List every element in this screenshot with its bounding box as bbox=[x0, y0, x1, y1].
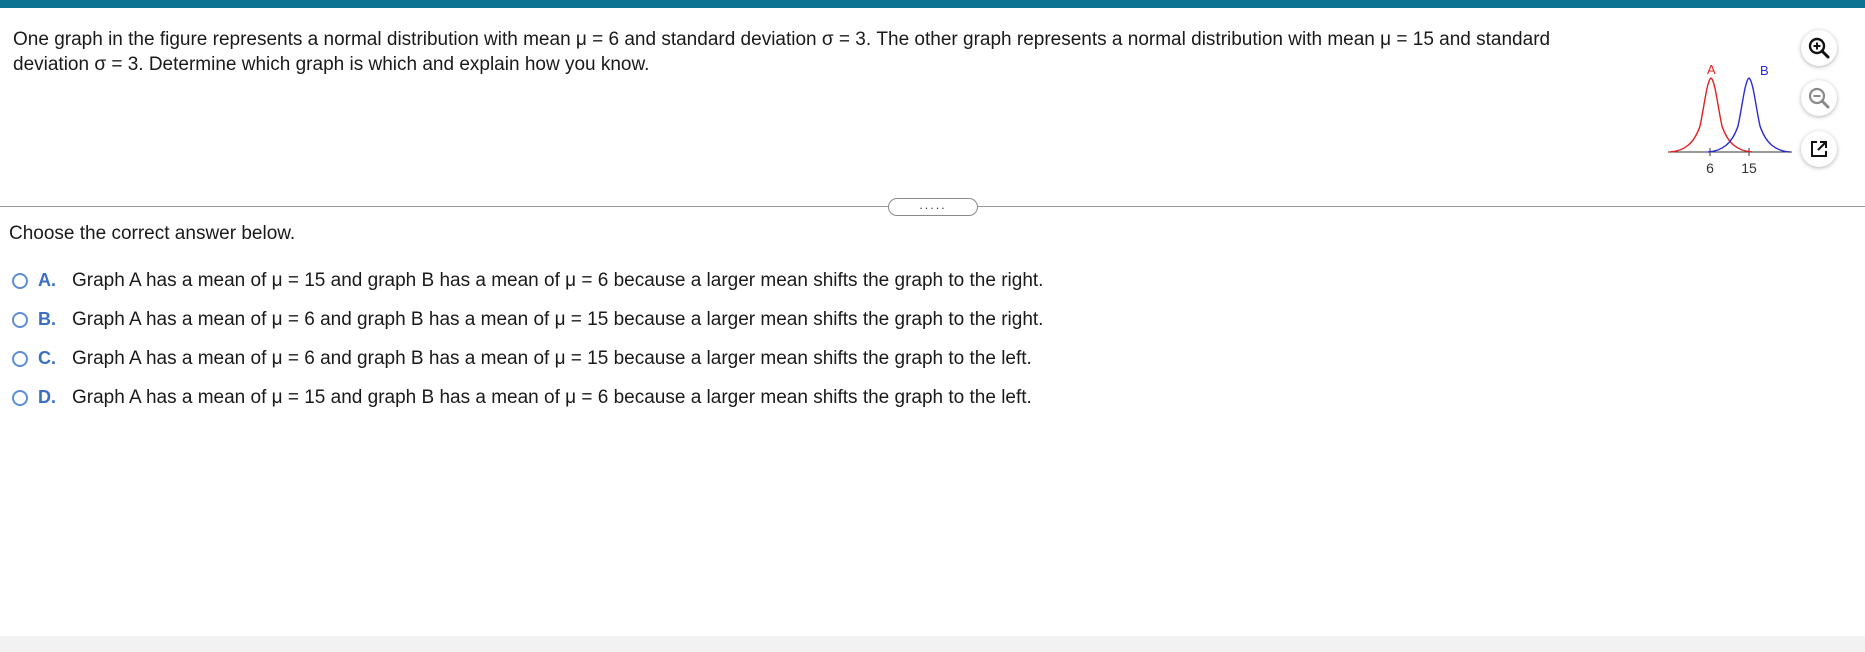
answer-prompt: Choose the correct answer below. bbox=[9, 223, 296, 244]
zoom-out-icon bbox=[1808, 87, 1830, 109]
option-letter: D. bbox=[38, 387, 56, 407]
zoom-in-button[interactable] bbox=[1801, 30, 1837, 66]
option-text: Graph A has a mean of μ = 6 and graph B … bbox=[72, 347, 1032, 369]
radio-c[interactable] bbox=[12, 350, 28, 367]
divider-drag-handle[interactable]: ..... bbox=[888, 198, 978, 216]
figure-thumbnail[interactable]: A B 6 15 bbox=[1660, 58, 1800, 182]
zoom-in-icon bbox=[1808, 37, 1830, 59]
radio-b[interactable] bbox=[12, 311, 28, 328]
option-letter: B. bbox=[38, 309, 56, 329]
external-window-icon bbox=[1811, 141, 1827, 157]
option-text: Graph A has a mean of μ = 15 and graph B… bbox=[72, 269, 1044, 291]
option-text: Graph A has a mean of μ = 6 and graph B … bbox=[72, 308, 1044, 330]
option-letter: A. bbox=[38, 270, 56, 290]
drag-dots: ..... bbox=[919, 198, 947, 212]
normal-curves-figure: A B 6 15 bbox=[1668, 62, 1792, 176]
zoom-out-button[interactable] bbox=[1801, 80, 1837, 116]
tick-label-6: 6 bbox=[1706, 160, 1714, 176]
popout-button[interactable] bbox=[1801, 131, 1837, 167]
radio-d[interactable] bbox=[12, 389, 28, 406]
option-letter: C. bbox=[38, 348, 56, 368]
tick-label-15: 15 bbox=[1741, 160, 1757, 176]
question-text: One graph in the figure represents a nor… bbox=[13, 29, 1551, 75]
option-c[interactable]: C. Graph A has a mean of μ = 6 and graph… bbox=[12, 339, 1043, 378]
top-accent-bar bbox=[0, 0, 1865, 8]
label-b: B bbox=[1760, 63, 1769, 78]
footer-bar bbox=[0, 636, 1865, 652]
option-text: Graph A has a mean of μ = 15 and graph B… bbox=[72, 386, 1032, 408]
label-a: A bbox=[1707, 62, 1716, 77]
radio-a[interactable] bbox=[12, 272, 28, 289]
option-d[interactable]: D. Graph A has a mean of μ = 15 and grap… bbox=[12, 378, 1043, 417]
option-a[interactable]: A. Graph A has a mean of μ = 15 and grap… bbox=[12, 261, 1043, 300]
answer-options: A. Graph A has a mean of μ = 15 and grap… bbox=[12, 261, 1043, 417]
option-b[interactable]: B. Graph A has a mean of μ = 6 and graph… bbox=[12, 300, 1043, 339]
